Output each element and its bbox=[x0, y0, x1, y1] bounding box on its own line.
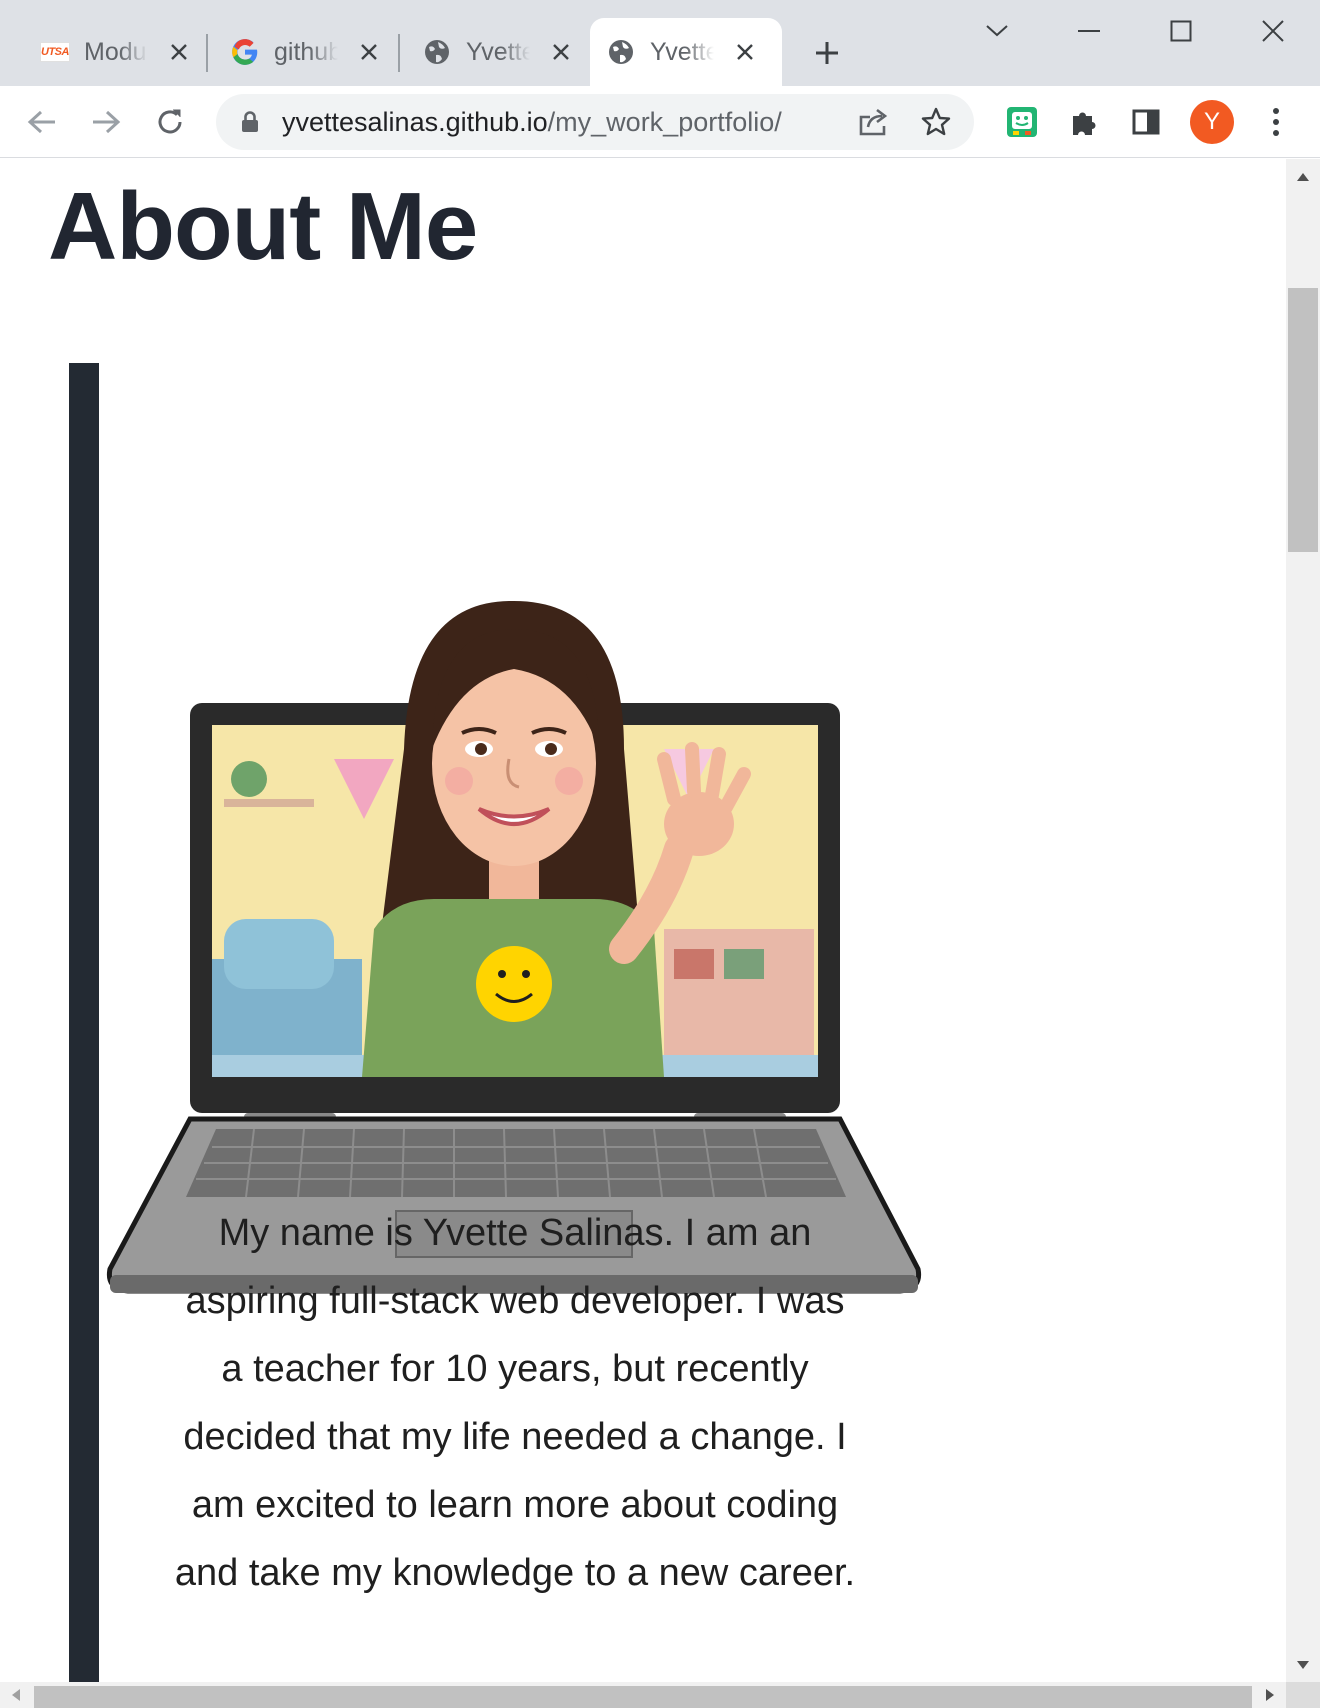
smiley-extension-icon bbox=[1007, 107, 1037, 137]
forward-button[interactable] bbox=[84, 100, 128, 144]
arrow-left-icon bbox=[27, 110, 55, 134]
bitmoji-laptop-image bbox=[106, 600, 922, 1294]
new-tab-button[interactable] bbox=[808, 34, 846, 72]
globe-icon bbox=[606, 37, 636, 67]
tab-title: Yvette bbox=[650, 37, 714, 66]
tab-search-button[interactable] bbox=[974, 14, 1020, 48]
scroll-left-button[interactable] bbox=[4, 1684, 28, 1706]
chrome-menu-button[interactable] bbox=[1254, 100, 1298, 144]
extensions-menu-button[interactable] bbox=[1062, 100, 1106, 144]
scroll-up-button[interactable] bbox=[1288, 162, 1318, 192]
page-title: About Me bbox=[48, 173, 478, 280]
close-tab-icon[interactable] bbox=[356, 39, 382, 65]
chevron-down-icon bbox=[986, 25, 1008, 37]
page-viewport: About Me My name is Yvette Salinas. I am… bbox=[0, 159, 1286, 1682]
puzzle-piece-icon bbox=[1073, 112, 1096, 135]
tab-title: Module bbox=[84, 37, 148, 66]
tab-strip: UTSA Module github Yvette bbox=[0, 0, 1320, 86]
scrollbar-corner bbox=[1286, 1682, 1320, 1708]
browser-toolbar: yvettesalinas.github.io/my_work_portfoli… bbox=[0, 86, 1320, 158]
url-host: yvettesalinas.github.io bbox=[282, 107, 548, 137]
google-g-icon bbox=[230, 37, 260, 67]
close-window-button[interactable] bbox=[1250, 14, 1296, 48]
triangle-down-icon bbox=[1297, 1661, 1309, 1669]
globe-icon bbox=[422, 37, 452, 67]
arrow-right-icon bbox=[93, 110, 121, 134]
accent-sidebar-bar bbox=[69, 363, 99, 1682]
side-panel-button[interactable] bbox=[1124, 100, 1168, 144]
close-icon bbox=[1262, 20, 1284, 42]
scroll-right-button[interactable] bbox=[1258, 1684, 1282, 1706]
triangle-right-icon bbox=[1266, 1689, 1274, 1701]
tab-yvette-1[interactable]: Yvette bbox=[406, 18, 588, 86]
side-panel-icon bbox=[1132, 109, 1160, 135]
profile-avatar[interactable]: Y bbox=[1190, 100, 1234, 144]
more-vertical-icon bbox=[1273, 108, 1279, 136]
tab-module[interactable]: UTSA Module bbox=[24, 18, 206, 86]
vertical-scrollbar-thumb[interactable] bbox=[1288, 288, 1318, 552]
close-tab-icon[interactable] bbox=[548, 39, 574, 65]
plus-icon bbox=[816, 42, 838, 64]
tab-title: github bbox=[274, 37, 338, 66]
bookmark-button[interactable] bbox=[918, 104, 954, 140]
minimize-icon bbox=[1078, 30, 1100, 32]
utsa-logo-icon: UTSA bbox=[40, 37, 70, 67]
maximize-icon bbox=[1170, 20, 1192, 42]
about-paragraph: My name is Yvette Salinas. I am an aspir… bbox=[174, 1212, 856, 1594]
tab-separator bbox=[398, 34, 400, 72]
back-button[interactable] bbox=[20, 100, 64, 144]
tab-github[interactable]: github bbox=[214, 18, 396, 86]
triangle-up-icon bbox=[1297, 173, 1309, 181]
url-path: /my_work_portfolio/ bbox=[547, 107, 782, 137]
scroll-down-button[interactable] bbox=[1288, 1650, 1318, 1680]
maximize-button[interactable] bbox=[1158, 14, 1204, 48]
share-button[interactable] bbox=[856, 104, 892, 140]
extension-button[interactable] bbox=[1000, 100, 1044, 144]
url-text[interactable]: yvettesalinas.github.io/my_work_portfoli… bbox=[282, 107, 782, 138]
tab-separator bbox=[206, 34, 208, 72]
address-bar[interactable]: yvettesalinas.github.io/my_work_portfoli… bbox=[216, 94, 974, 150]
close-tab-icon[interactable] bbox=[732, 39, 758, 65]
triangle-left-icon bbox=[12, 1689, 20, 1701]
minimize-button[interactable] bbox=[1066, 14, 1112, 48]
horizontal-scrollbar-thumb[interactable] bbox=[34, 1686, 1252, 1708]
reload-icon bbox=[158, 109, 182, 134]
reload-button[interactable] bbox=[148, 100, 192, 144]
tab-yvette-active[interactable]: Yvette bbox=[590, 18, 782, 86]
share-icon bbox=[859, 108, 888, 136]
close-tab-icon[interactable] bbox=[166, 39, 192, 65]
star-icon bbox=[921, 107, 951, 136]
lock-icon[interactable] bbox=[238, 110, 262, 134]
tab-title: Yvette bbox=[466, 37, 530, 66]
